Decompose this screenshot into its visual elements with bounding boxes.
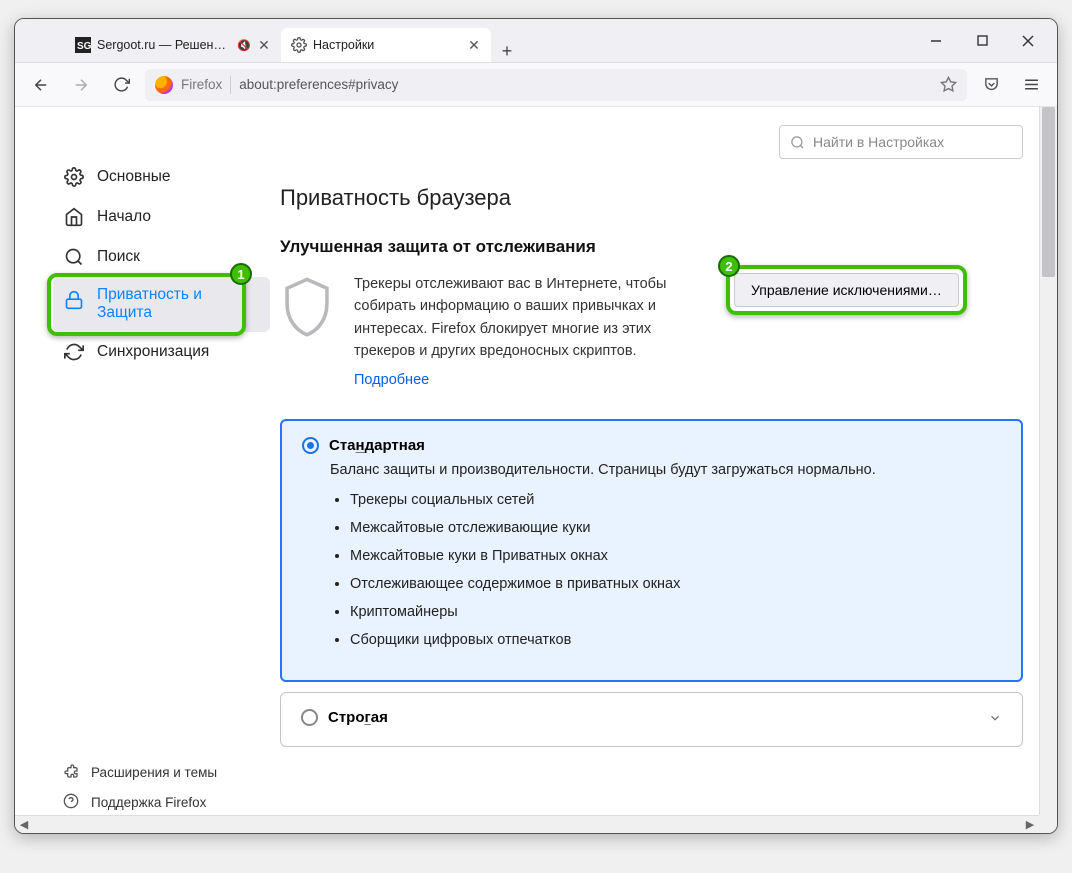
close-icon[interactable]: ✕ [257, 38, 271, 52]
sidebar-item-label: Синхронизация [97, 343, 209, 361]
sidebar-item-general[interactable]: Основные [53, 157, 270, 197]
browser-window: SG Sergoot.ru — Решение ваших 🔇 ✕ Настро… [14, 18, 1058, 834]
scroll-left-icon[interactable]: ◀ [15, 816, 33, 834]
button-label: Управление исключениями… [751, 282, 942, 298]
page-title: Приватность браузера [280, 185, 1023, 211]
shield-icon [280, 275, 334, 337]
tab-strip: SG Sergoot.ru — Решение ваших 🔇 ✕ Настро… [15, 19, 913, 62]
app-menu-button[interactable] [1015, 69, 1047, 101]
scrollbar-corner [1039, 815, 1057, 833]
search-placeholder: Найти в Настройках [813, 134, 944, 150]
separator [230, 76, 231, 94]
sidebar-item-sync[interactable]: Синхронизация [53, 332, 270, 372]
pocket-icon[interactable] [975, 69, 1007, 101]
scrollbar-thumb[interactable] [1042, 107, 1055, 277]
radio-standard[interactable] [302, 437, 319, 454]
forward-button[interactable] [65, 69, 97, 101]
new-tab-button[interactable]: + [491, 41, 523, 62]
protection-card-strict[interactable]: Строгая [280, 692, 1023, 747]
close-window-button[interactable] [1005, 25, 1051, 57]
list-item: Сборщики цифровых отпечатков [350, 632, 1001, 648]
settings-sidebar: Основные Начало Поиск 1 [15, 107, 270, 833]
site-favicon: SG [75, 37, 91, 53]
learn-more-link[interactable]: Подробнее [354, 369, 429, 391]
tab-background[interactable]: SG Sergoot.ru — Решение ваших 🔇 ✕ [65, 28, 281, 62]
tab-title: Настройки [313, 38, 461, 52]
radio-strict[interactable] [301, 709, 318, 726]
tab-audio-icon[interactable]: 🔇 [237, 39, 251, 52]
sidebar-link-support[interactable]: Поддержка Firefox [53, 787, 270, 817]
callout-badge-1: 1 [230, 263, 252, 285]
settings-search-input[interactable]: Найти в Настройках [779, 125, 1023, 159]
callout-badge-2: 2 [718, 255, 740, 277]
content-area: Основные Начало Поиск 1 [15, 107, 1057, 833]
svg-text:SG: SG [77, 41, 91, 52]
card-title: Стандартная [329, 437, 425, 454]
sidebar-link-label: Поддержка Firefox [91, 795, 206, 810]
sidebar-item-label: Основные [97, 168, 171, 186]
window-controls [913, 19, 1057, 62]
chevron-down-icon[interactable] [988, 711, 1002, 725]
vertical-scrollbar[interactable] [1039, 107, 1057, 815]
nav-toolbar: Firefox about:preferences#privacy [15, 63, 1057, 107]
sidebar-item-home[interactable]: Начало [53, 197, 270, 237]
url-bar[interactable]: Firefox about:preferences#privacy [145, 69, 967, 101]
sidebar-item-label: Начало [97, 208, 151, 226]
horizontal-scrollbar[interactable]: ◀ ▶ [15, 815, 1039, 833]
bookmark-star-icon[interactable] [940, 76, 957, 93]
sync-icon [63, 341, 85, 363]
gear-icon [63, 166, 85, 188]
list-item: Межсайтовые отслеживающие куки [350, 520, 1001, 536]
puzzle-icon [63, 763, 81, 781]
titlebar: SG Sergoot.ru — Решение ваших 🔇 ✕ Настро… [15, 19, 1057, 63]
gear-icon [291, 37, 307, 53]
list-item: Отслеживающее содержимое в приватных окн… [350, 576, 1001, 592]
manage-exceptions-button[interactable]: Управление исключениями… [734, 273, 959, 307]
close-icon[interactable]: ✕ [467, 38, 481, 52]
maximize-button[interactable] [959, 25, 1005, 57]
tab-title: Sergoot.ru — Решение ваших [97, 38, 231, 52]
card-title: Строгая [328, 709, 388, 726]
protection-card-standard[interactable]: Стандартная Баланс защиты и производител… [280, 419, 1023, 682]
sidebar-link-label: Расширения и темы [91, 765, 217, 780]
list-item: Трекеры социальных сетей [350, 492, 1001, 508]
tracking-description: Трекеры отслеживают вас в Интернете, что… [354, 276, 666, 359]
sidebar-link-extensions[interactable]: Расширения и темы [53, 757, 270, 787]
help-icon [63, 793, 81, 811]
tab-active[interactable]: Настройки ✕ [281, 28, 491, 62]
url-text: about:preferences#privacy [239, 77, 932, 92]
scroll-right-icon[interactable]: ▶ [1021, 816, 1039, 834]
protection-list: Трекеры социальных сетей Межсайтовые отс… [350, 492, 1001, 648]
minimize-button[interactable] [913, 25, 959, 57]
reload-button[interactable] [105, 69, 137, 101]
firefox-icon [155, 76, 173, 94]
url-identity: Firefox [181, 77, 222, 92]
back-button[interactable] [25, 69, 57, 101]
card-description: Баланс защиты и производительности. Стра… [330, 462, 1001, 478]
callout-highlight-1 [47, 273, 246, 336]
sidebar-item-label: Поиск [97, 248, 140, 266]
home-icon [63, 206, 85, 228]
section-title: Улучшенная защита от отслеживания [280, 237, 1023, 257]
list-item: Межсайтовые куки в Приватных окнах [350, 548, 1001, 564]
search-icon [63, 246, 85, 268]
list-item: Криптомайнеры [350, 604, 1001, 620]
main-panel: Найти в Настройках Приватность браузера … [270, 107, 1057, 833]
search-icon [790, 135, 805, 150]
